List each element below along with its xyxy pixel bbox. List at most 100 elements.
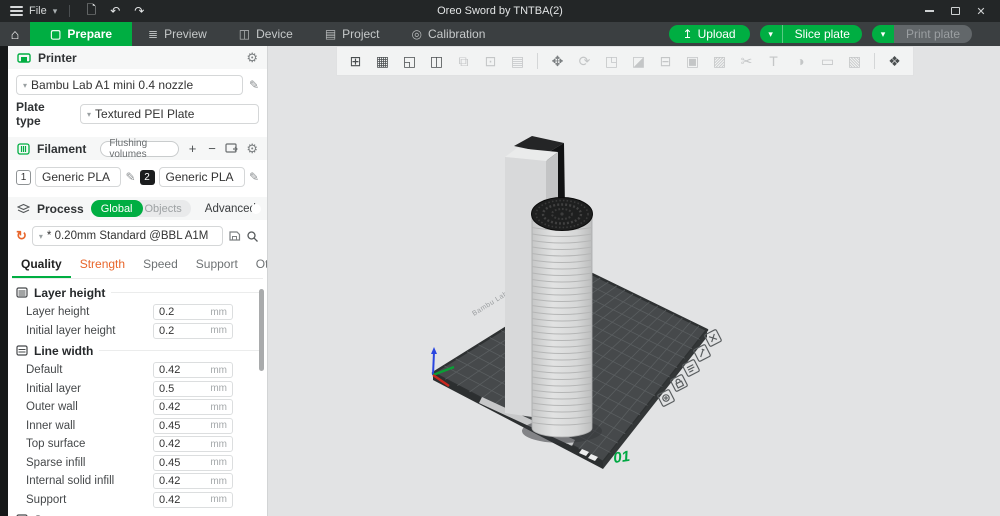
close-button[interactable]: ✕ [970,2,992,20]
tab-label: Prepare [67,27,113,41]
settings-scrollbar[interactable] [259,289,264,371]
setting-label: Default [26,364,63,377]
setting-value: 0.2 [159,306,175,319]
tab-strength[interactable]: Strength [71,254,134,278]
setting-value: 0.42 [159,438,181,451]
move-icon[interactable]: ✥ [545,53,570,70]
printer-settings-gear-icon[interactable]: ⚙ [246,50,258,66]
section-title: Layer height [34,285,106,300]
home-icon[interactable]: ⌂ [0,22,30,46]
plate-type-dropdown[interactable]: ▾ Textured PEI Plate [80,104,259,124]
new-project-icon[interactable]: 🗋︎ [82,1,100,22]
setting-label: Sparse infill [26,456,86,469]
toolbar-separator [537,53,538,69]
preview-icon: ≣ [148,27,159,41]
scope-global[interactable]: Global [90,200,143,217]
fill-color-icon: ▨ [712,52,727,69]
tab-others[interactable]: Others [247,254,267,278]
maximize-button[interactable] [944,2,966,20]
assembly-view-icon[interactable]: ❖ [882,53,907,70]
slice-label[interactable]: Slice plate [781,25,862,43]
setting-value: 0.45 [159,419,181,432]
support-paint-icon: ▧ [847,52,862,69]
setting-row: Support 0.42 mm [8,491,267,510]
ams-sync-icon[interactable] [225,142,239,155]
quality-settings-panel: Layer height Layer height 0.2 mm Initial… [8,279,267,516]
default-line-width-input[interactable]: 0.42 mm [153,362,233,379]
file-menu[interactable]: File [29,5,47,17]
menu-icon[interactable] [10,4,23,19]
paint-icon: ◑ [796,53,805,69]
filament-2-dropdown[interactable]: Generic PLA [158,167,245,187]
plate-type-label: Plate type [16,100,45,128]
flushing-volumes-button[interactable]: Flushing volumes [100,138,180,160]
left-edge-strip [0,46,8,516]
setting-label: Initial layer height [26,324,116,337]
filament-1-chip[interactable]: 1 [16,169,31,185]
initial-layer-line-width-input[interactable]: 0.5 mm [153,380,233,397]
section-title: Seam [34,513,66,516]
process-preset-dropdown[interactable]: ▾ * 0.20mm Standard @BBL A1M [31,226,223,246]
internal-solid-infill-line-width-input[interactable]: 0.42 mm [153,473,233,490]
printer-preset-dropdown[interactable]: ▾ Bambu Lab A1 mini 0.4 nozzle [16,75,243,95]
setting-unit: mm [210,401,227,413]
save-preset-icon[interactable] [228,230,241,242]
scene-3d[interactable]: A1 Bambu Lab A1 01 [268,46,1000,516]
tab-quality[interactable]: Quality [12,254,71,278]
slice-dropdown-chevron-icon[interactable]: ▾ [759,25,782,43]
section-layer-height: Layer height [8,282,267,303]
layer-height-input[interactable]: 0.2 mm [153,304,233,321]
support-line-width-input[interactable]: 0.42 mm [153,491,233,508]
chevron-down-icon[interactable]: ▾ [53,6,58,17]
upload-button[interactable]: ↥ Upload [668,25,750,43]
setting-unit: mm [210,364,227,376]
setting-label: Internal solid infill [26,475,115,488]
filament-1-dropdown[interactable]: Generic PLA [35,167,122,187]
viewport-3d[interactable]: ⊞ ▦ ◱ ◫ ⧉ ⊡ ▤ ✥ ⟳ ◳ ◪ ⊟ ▣ ▨ ✂ T ◑ ▭ ▧ ❖ … [268,46,1000,516]
sparse-infill-line-width-input[interactable]: 0.45 mm [153,454,233,471]
process-title: Process [37,201,84,216]
scope-objects[interactable]: Objects [138,200,191,217]
redo-icon[interactable]: ↷ [130,4,148,18]
printer-edit-icon[interactable]: ✎ [249,78,259,92]
filament-2-edit-icon[interactable]: ✎ [249,170,259,184]
add-model-icon[interactable]: ⊞ [343,53,368,70]
tab-prepare[interactable]: ▢ Prepare [30,22,133,46]
advanced-label: Advanced [204,202,256,215]
top-surface-line-width-input[interactable]: 0.42 mm [153,436,233,453]
initial-layer-height-input[interactable]: 0.2 mm [153,322,233,339]
filament-settings-gear-icon[interactable]: ⚙ [246,141,258,157]
setting-row: Initial layer height 0.2 mm [8,322,267,341]
process-scope-toggle[interactable]: Global Objects [90,200,191,217]
remove-filament-button[interactable]: − [206,141,219,156]
outer-wall-line-width-input[interactable]: 0.42 mm [153,399,233,416]
tab-calibration[interactable]: ◎ Calibration [396,22,502,46]
minimize-button[interactable] [918,2,940,20]
tab-preview[interactable]: ≣ Preview [132,22,223,46]
arrange-icon[interactable]: ◫ [424,53,449,70]
undo-icon[interactable]: ↶ [106,4,124,18]
slice-plate-button[interactable]: ▾ Slice plate [759,25,862,43]
split-icon: ⊟ [659,52,672,69]
tab-support[interactable]: Support [187,254,247,278]
tab-project[interactable]: ▤ Project [309,22,396,46]
setting-label: Outer wall [26,401,78,414]
print-dropdown-chevron-icon[interactable]: ▾ [871,25,894,43]
filament-1-edit-icon[interactable]: ✎ [125,170,135,184]
print-label: Print plate [893,25,972,43]
add-plate-icon[interactable]: ▦ [370,53,395,70]
project-icon: ▤ [324,27,337,41]
section-title: Line width [34,343,94,358]
filament-2-chip[interactable]: 2 [139,169,155,185]
search-icon[interactable] [246,230,259,243]
add-filament-button[interactable]: + [186,141,199,156]
inner-wall-line-width-input[interactable]: 0.45 mm [153,417,233,434]
tab-device[interactable]: ◫ Device [223,22,309,46]
reset-preset-icon[interactable]: ↻ [16,228,27,244]
tab-speed[interactable]: Speed [134,254,187,278]
print-plate-button[interactable]: ▾ Print plate [871,25,972,43]
auto-orient-icon[interactable]: ◱ [397,53,422,70]
main-tabbar: ⌂ ▢ Prepare ≣ Preview ◫ Device ▤ Project… [0,22,1000,46]
bambu-studio-window: File ▾ 🗋︎ ↶ ↷ Oreo Sword by TNTBA(2) ✕ ⌂… [0,0,1000,516]
model-cookie-stack[interactable] [531,197,593,438]
